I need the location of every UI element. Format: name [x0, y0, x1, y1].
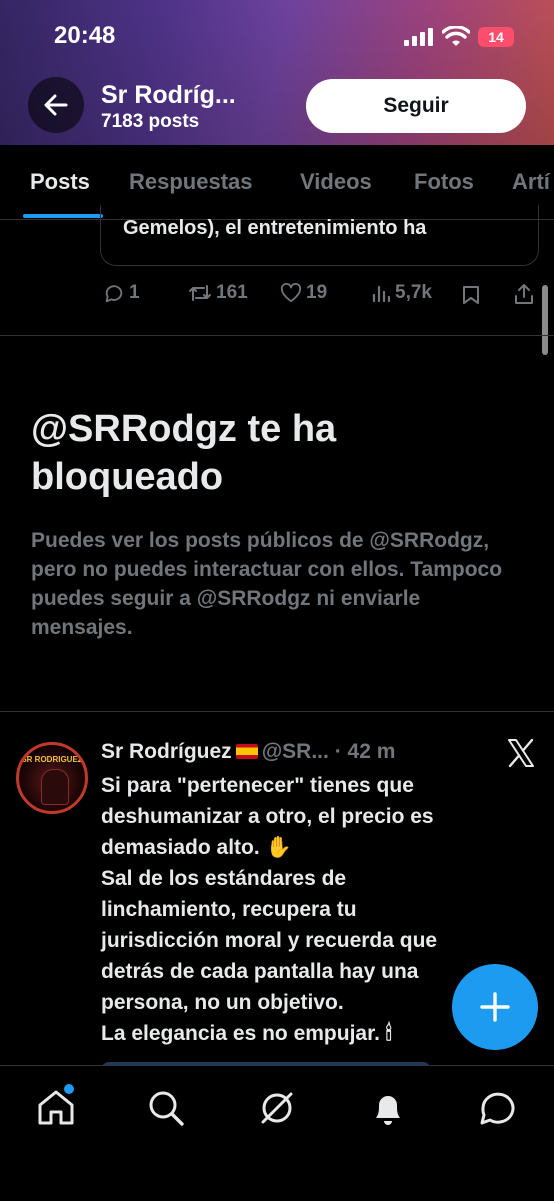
arrow-left-icon	[44, 94, 68, 116]
notifications-icon[interactable]	[368, 1088, 408, 1128]
candle-emoji: 🕯	[385, 1022, 392, 1045]
author-handle[interactable]: @SR...	[262, 740, 329, 763]
tweet-line: Si para "pertenecer" tienes que	[101, 774, 414, 797]
tab-posts[interactable]: Posts	[30, 169, 90, 195]
quoted-post[interactable]: Gemelos), el entretenimiento ha	[100, 205, 539, 266]
repost-icon	[189, 285, 211, 301]
share-icon[interactable]	[514, 283, 534, 305]
views-button[interactable]: 5,7k	[371, 282, 432, 304]
spain-flag-icon	[235, 744, 258, 759]
like-count: 19	[306, 282, 328, 303]
status-time: 20:48	[54, 22, 116, 49]
tweet-line: detrás de cada pantalla hay una	[101, 960, 419, 983]
tweet-line-text: demasiado alto.	[101, 836, 260, 859]
tab-replies[interactable]: Respuestas	[129, 169, 253, 195]
active-tab-indicator	[23, 214, 103, 218]
avatar[interactable]: SR RODRIGUEZ	[16, 742, 88, 814]
avatar-figure	[41, 769, 69, 805]
avatar-label: SR RODRIGUEZ	[21, 755, 83, 764]
like-button[interactable]: 19	[280, 282, 327, 304]
bottom-nav	[0, 1065, 554, 1201]
search-icon[interactable]	[146, 1088, 186, 1128]
reply-icon	[105, 285, 123, 303]
post-count: 7183 posts	[101, 111, 200, 132]
header-nav: Sr Rodríg... 7183 posts Seguir	[0, 75, 554, 137]
notification-dot	[64, 1084, 74, 1094]
repost-button[interactable]: 161	[188, 282, 248, 304]
messages-icon[interactable]	[478, 1088, 518, 1128]
plus-icon	[480, 992, 510, 1022]
view-count: 5,7k	[395, 282, 432, 303]
tweet-line: Sal de los estándares de	[101, 867, 347, 890]
cellular-signal-icon	[404, 28, 433, 46]
scrollbar[interactable]	[542, 285, 548, 355]
home-icon[interactable]	[36, 1088, 76, 1128]
post-actions: 1 161 19 5,7k	[100, 282, 540, 310]
tab-videos[interactable]: Videos	[300, 169, 372, 195]
raised-hand-emoji: ✋	[265, 836, 292, 859]
reply-count: 1	[129, 282, 140, 303]
tweet-line: demasiado alto. ✋	[101, 832, 521, 863]
tab-photos[interactable]: Fotos	[414, 169, 474, 195]
profile-name: Sr Rodríg...	[101, 81, 236, 109]
battery-icon: 14	[478, 27, 514, 47]
grok-icon[interactable]	[257, 1088, 297, 1128]
follow-button[interactable]: Seguir	[306, 79, 526, 133]
heart-icon	[280, 283, 302, 303]
compose-button[interactable]	[452, 964, 538, 1050]
blocked-title: @SRRodgz te ha bloqueado	[31, 408, 337, 498]
tweet-header: Sr Rodríguez @SR... · 42 m	[101, 740, 395, 764]
tweet-time: · 42 m	[334, 740, 396, 763]
divider	[0, 335, 554, 336]
tweet-line: linchamiento, recupera tu	[101, 898, 357, 921]
reply-button[interactable]: 1	[103, 282, 140, 304]
bookmark-icon[interactable]	[462, 285, 480, 305]
wifi-icon	[442, 26, 470, 46]
x-logo-icon	[508, 738, 534, 768]
tweet-line: deshumanizar a otro, el precio es	[101, 805, 434, 828]
quoted-post-text: Gemelos), el entretenimiento ha	[123, 217, 427, 239]
repost-count: 161	[216, 282, 248, 303]
status-bar: 20:48 14	[0, 0, 554, 70]
author-name[interactable]: Sr Rodríguez	[101, 740, 232, 763]
profile-header: 20:48 14 Sr Rodríg... 7183 posts Seguir	[0, 0, 554, 145]
tweet-line: jurisdicción moral y recuerda que	[101, 929, 438, 952]
blocked-description: Puedes ver los posts públicos de @SRRodg…	[31, 529, 503, 639]
back-button[interactable]	[28, 77, 84, 133]
tweet-line-text: La elegancia es no empujar.	[101, 1022, 380, 1045]
views-chart-icon	[372, 285, 391, 303]
tab-articles[interactable]: Artí	[512, 169, 550, 195]
